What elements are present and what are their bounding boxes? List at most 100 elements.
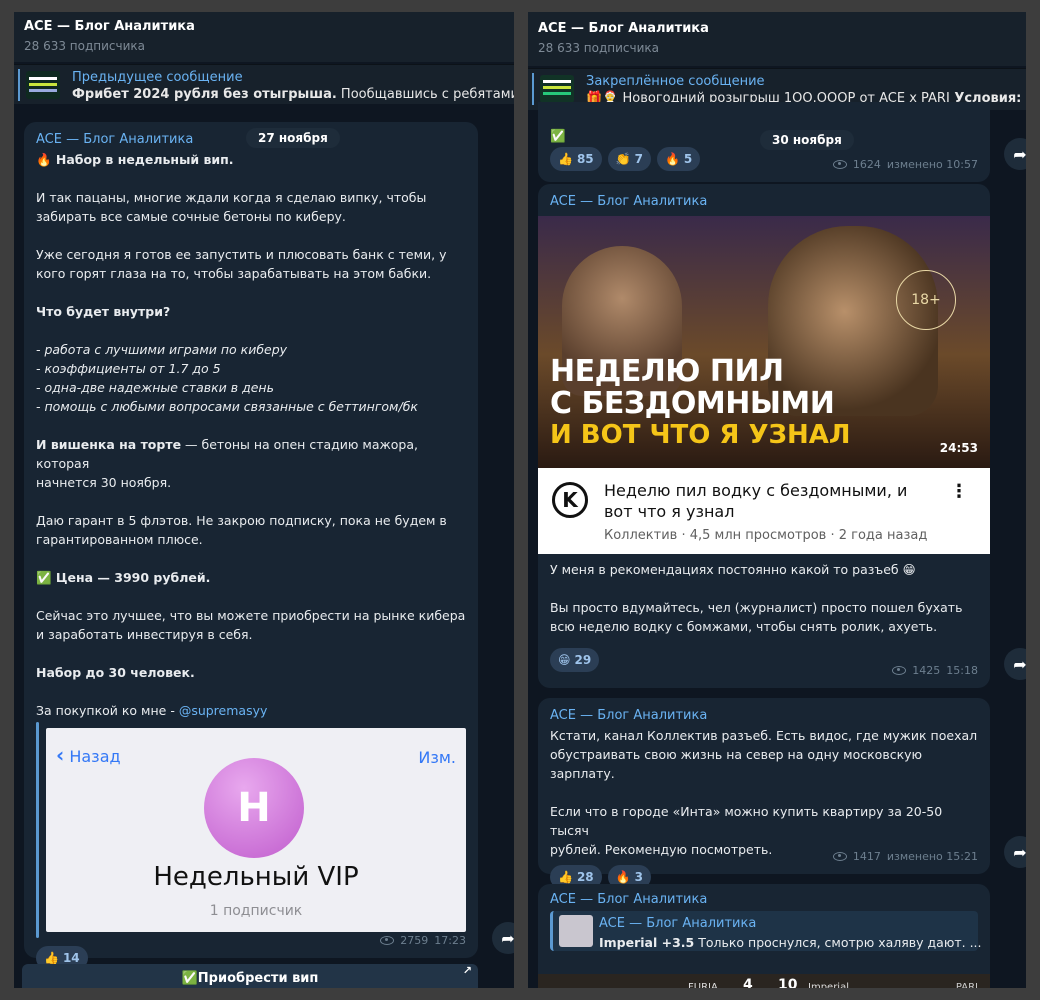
message-heading: 🔥 Набор в недельный вип. [36,152,234,167]
pinned-indicator [532,73,534,105]
pinned-message-bar[interactable]: Предыдущее сообщение Фрибет 2024 рубля б… [14,64,514,104]
button-label: ✅Приобрести вип [181,971,319,986]
view-count: 2759 [400,934,429,947]
message-text: Если что в городе «Инта» можно купить кв… [550,804,943,838]
subscriber-count: 28 633 подписчика [24,39,146,53]
reaction-count: 5 [683,151,693,166]
list-item: - работа с лучшими играми по киберу [36,342,288,357]
team-left: FURIA [688,982,718,988]
video-title-line: Неделю пил водку с бездомными, и [604,481,908,500]
message-meta: 1425 15:18 [892,661,978,680]
score-right: 10 [778,977,798,988]
message-author[interactable]: ACE — Блог Аналитика [550,890,978,909]
edit-button[interactable]: Изм. [418,748,456,767]
eye-icon [832,852,847,861]
view-count: 1624 [852,158,881,171]
brand-logo: PARI [955,982,978,988]
channel-logo: K [552,482,588,518]
list-item: - коэффициенты от 1.7 до 5 [36,361,221,376]
channel-preview-card[interactable]: ‹ Назад Изм. Н Недельный VIP 1 подписчик [36,722,466,938]
message-bubble[interactable]: ACE — Блог Аналитика 18+ НЕДЕЛЮ ПИЛ С БЕ… [538,184,990,688]
channel-header[interactable]: ACE — Блог Аналитика 28 633 подписчика [528,12,1026,66]
right-chat-panel: ACE — Блог Аналитика 28 633 подписчика З… [528,12,1026,988]
back-chevron-icon: ‹ [56,743,65,767]
message-text: и заработать инвестируя в себя. [36,627,253,642]
share-icon[interactable]: ➦ [492,922,514,954]
reaction-emoji: 😁 [558,652,571,667]
message-bubble[interactable]: ACE — Блог Аналитика 🔥 Набор в недельный… [24,122,478,970]
quote-rest: Только проснулся, смотрю халяву дают. ..… [694,935,982,950]
pinned-rest: Пообщавшись с ребятами из [340,87,514,102]
pinned-title: Предыдущее сообщение [72,70,243,85]
message-text: Даю гарант в 5 флэтов. Не закрою подписк… [36,513,447,528]
reaction-count: 85 [576,151,594,166]
message-text: кого горят глаза на то, чтобы зарабатыва… [36,266,432,281]
message-meta: 2759 17:23 [380,931,466,950]
score-left: 4 [743,977,753,988]
message-text: гарантированном плюсе. [36,532,203,547]
video-meta: Коллектив · 4,5 млн просмотров · 2 года … [604,528,928,543]
video-title-line: вот что я узнал [604,502,735,521]
date-pill: 27 ноября [246,128,340,148]
quote-bold: Imperial +3.5 [599,935,695,950]
text-span: За покупкой ко мне - [36,703,179,718]
thumb-subline: И ВОТ ЧТО Я УЗНАЛ [550,420,851,450]
reply-quote[interactable]: ACE — Блог Аналитика Imperial +3.5 Тольк… [550,911,982,952]
message-text: За покупкой ко мне - @supremasyy [36,701,466,720]
message-time: 17:23 [434,934,466,947]
channel-title: ACE — Блог Аналитика [24,19,195,34]
share-icon[interactable]: ➦ [1004,648,1026,680]
channel-header[interactable]: ACE — Блог Аналитика 28 633 подписчика [14,12,514,62]
team-right: Imperial [808,982,849,988]
subscriber-count: 28 633 подписчика [538,41,660,55]
youtube-info[interactable]: K Неделю пил водку с бездомными, и вот ч… [538,468,990,554]
date-pill: 30 ноября [760,130,854,150]
video-thumbnail[interactable]: 18+ НЕДЕЛЮ ПИЛ С БЕЗДОМНЫМИ И ВОТ ЧТО Я … [538,216,990,468]
message-author[interactable]: ACE — Блог Аналитика [550,706,978,725]
message-bubble[interactable]: ACE — Блог Аналитика Кстати, канал Колле… [538,698,990,889]
avatar: Н [204,758,304,858]
card-channel-name: Недельный VIP [153,862,359,892]
thumb-headline: НЕДЕЛЮ ПИЛ С БЕЗДОМНЫМИ [550,356,835,421]
message-author[interactable]: ACE — Блог Аналитика [538,184,990,211]
message-bubble[interactable]: ACE — Блог Аналитика ACE — Блог Аналитик… [538,884,990,988]
username-link[interactable]: @supremasyy [179,703,268,718]
message-time: изменено 15:21 [886,850,978,863]
message-text: начнется 30 ноября. [36,475,172,490]
pinned-thumbnail [540,75,574,103]
quote-text: Imperial +3.5 Только проснулся, смотрю х… [599,933,982,952]
age-badge: 18+ [896,270,956,330]
share-icon[interactable]: ➦ [1004,836,1026,868]
price-line: ✅ Цена — 3990 рублей. [36,570,211,585]
message-text: Сейчас это лучшее, что вы можете приобре… [36,608,466,623]
eye-icon [832,160,847,169]
message-text: Кстати, канал Коллектив разъеб. Есть вид… [550,728,978,743]
match-image[interactable]: FURIA 4 10 Imperial PARI [538,974,990,988]
message-text: всю неделю водку с бомжами, чтобы снять … [550,619,938,634]
reaction-thumbs-up[interactable]: 👍 85 [550,147,602,171]
share-icon[interactable]: ➦ [1004,138,1026,170]
back-button[interactable]: ‹ Назад [56,743,121,767]
pinned-title: Закреплённое сообщение [586,74,765,89]
message-meta: 1624 изменено 10:57 [832,155,978,174]
external-link-icon: ↗ [462,964,472,977]
thumb-line: С БЕЗДОМНЫМИ [550,386,835,421]
view-count: 1425 [912,664,941,677]
card-subscribers: 1 подписчик [209,903,303,919]
reaction-fire[interactable]: 🔥 5 [656,147,701,171]
view-count: 1417 [852,850,881,863]
video-title: Неделю пил водку с бездомными, и вот что… [604,480,907,522]
more-vert-icon[interactable]: ⋮ [950,482,968,501]
channel-title: ACE — Блог Аналитика [538,21,709,36]
left-chat-panel: ACE — Блог Аналитика 28 633 подписчика П… [14,12,514,988]
buy-vip-button[interactable]: ✅Приобрести вип ↗ [22,964,478,988]
reaction-count: 29 [574,652,592,667]
list-item: - одна-две надежные ставки в день [36,380,274,395]
reaction-clap[interactable]: 👏 7 [607,147,651,171]
reaction-emoji: 👍 [558,151,573,166]
pinned-thumbnail [26,71,60,99]
reaction-grin[interactable]: 😁 29 [550,648,600,672]
message-text: забирать все самые сочные бетоны по кибе… [36,209,346,224]
card-accent [36,722,39,938]
reaction-count: 7 [634,151,643,166]
